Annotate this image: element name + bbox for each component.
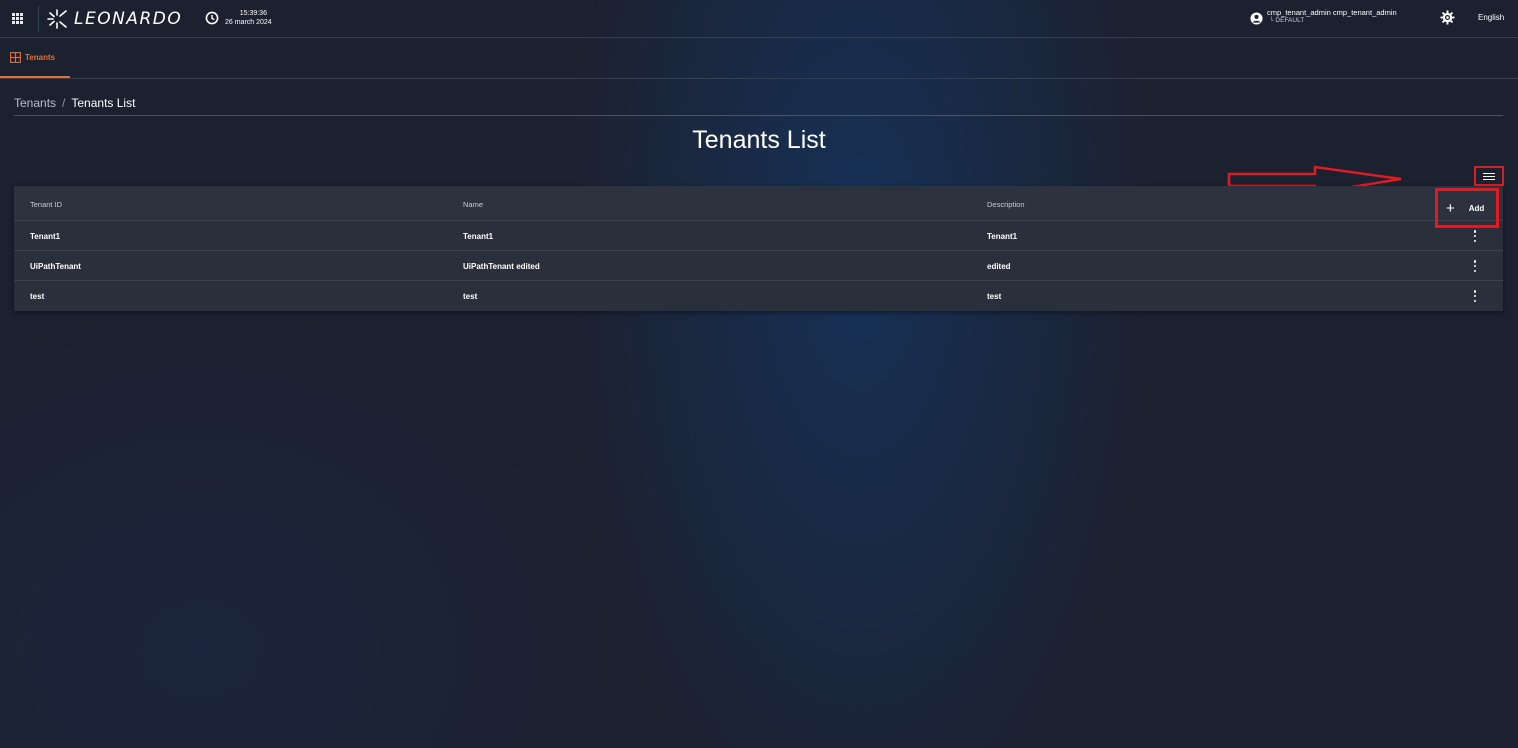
kebab-menu-icon[interactable] (1471, 290, 1479, 302)
kebab-menu-icon[interactable] (1471, 260, 1479, 272)
breadcrumb-current: Tenants List (71, 96, 136, 110)
add-button-label: Add (1468, 203, 1485, 213)
cell-description: edited (987, 262, 1011, 271)
plus-icon: + (1446, 199, 1455, 217)
leonardo-logo-icon (47, 9, 67, 29)
cell-tenant-id: Tenant1 (30, 232, 61, 241)
column-header-name[interactable]: Name (463, 200, 483, 209)
time-text: 15:39:36 (239, 10, 267, 17)
logo-text: LEONARDO (74, 9, 183, 29)
kebab-menu-icon[interactable] (1471, 230, 1479, 242)
table-row[interactable]: Tenant1 Tenant1 Tenant1 (14, 221, 1503, 251)
page-title: Tenants List (692, 126, 826, 154)
tenant-name: └ DEFAULT (1269, 17, 1305, 24)
user-name: cmp_tenant_admin cmp_tenant_admin (1267, 8, 1397, 17)
cell-name: test (463, 292, 478, 301)
tab-tenants[interactable]: Tenants (0, 39, 70, 78)
table-row[interactable]: UiPathTenant UiPathTenant edited edited (14, 251, 1503, 281)
cell-tenant-id: test (30, 292, 45, 301)
table-header: Tenant ID Name Description + Add (14, 186, 1503, 228)
cell-name: UiPathTenant edited (463, 262, 540, 271)
user-icon[interactable] (1250, 12, 1263, 25)
column-header-description[interactable]: Description (987, 200, 1025, 209)
breadcrumb-divider (14, 115, 1503, 116)
tenants-tab-icon (10, 52, 21, 63)
datetime: 15:39:36 26 march 2024 (225, 9, 272, 27)
tab-label: Tenants (25, 53, 56, 62)
hamburger-menu-icon[interactable] (1474, 166, 1504, 186)
date-text: 26 march 2024 (225, 19, 272, 26)
clock-icon (205, 11, 219, 25)
cell-description: Tenant1 (987, 232, 1018, 241)
column-header-tenant-id[interactable]: Tenant ID (30, 200, 62, 209)
breadcrumb: Tenants / Tenants List (14, 96, 135, 110)
cell-name: Tenant1 (463, 232, 494, 241)
gear-icon[interactable] (1440, 10, 1455, 25)
language-selector[interactable]: English (1478, 13, 1504, 22)
cell-description: test (987, 292, 1002, 301)
divider (38, 6, 39, 32)
apps-grid-icon[interactable] (12, 13, 23, 24)
top-bar: LEONARDO 15:39:36 26 march 2024 cmp_tena… (0, 0, 1518, 38)
breadcrumb-parent[interactable]: Tenants (14, 96, 56, 110)
cell-tenant-id: UiPathTenant (30, 262, 81, 271)
logo[interactable]: LEONARDO (46, 7, 182, 31)
tenants-table: Tenant ID Name Description + Add Tenant1… (14, 186, 1503, 311)
table-row[interactable]: test test test (14, 281, 1503, 311)
breadcrumb-separator: / (62, 96, 66, 110)
user-info[interactable]: cmp_tenant_admin cmp_tenant_admin └ DEFA… (1267, 9, 1397, 25)
tab-bar: Tenants (0, 39, 1518, 79)
